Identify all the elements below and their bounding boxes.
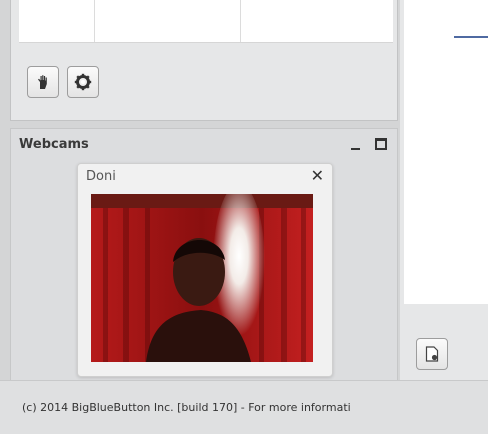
webcam-video-frame [91, 194, 313, 362]
users-table-column [241, 0, 393, 42]
webcams-maximize-button[interactable] [375, 137, 387, 151]
gear-icon [74, 73, 92, 91]
copyright-text: (c) 2014 BigBlueButton Inc. [build 170] … [22, 401, 351, 414]
users-table-column [19, 0, 95, 42]
webcam-video [91, 194, 313, 362]
webcam-close-button[interactable]: ✕ [311, 166, 324, 186]
upload-document-icon [425, 346, 439, 362]
settings-button[interactable] [67, 66, 99, 98]
presentation-panel [400, 0, 488, 380]
webcams-panel: Webcams Doni ✕ [10, 128, 398, 382]
presentation-slide [404, 0, 488, 304]
webcam-user-name: Doni [86, 169, 116, 184]
app-frame: Webcams Doni ✕ (c) 2014 BigBlueButton In… [0, 0, 488, 434]
maximize-icon [375, 138, 387, 150]
minimize-icon [350, 148, 360, 150]
raise-hand-icon [38, 75, 47, 89]
footer: (c) 2014 BigBlueButton Inc. [build 170] … [0, 380, 488, 434]
webcams-title: Webcams [19, 137, 89, 152]
users-panel [10, 0, 398, 121]
raise-hand-button[interactable] [27, 66, 59, 98]
upload-presentation-button[interactable] [416, 338, 448, 370]
users-table-column [95, 0, 241, 42]
webcams-minimize-button[interactable] [349, 137, 361, 151]
users-toolbar [27, 66, 99, 98]
close-icon: ✕ [310, 166, 324, 185]
webcam-window[interactable]: Doni ✕ [77, 163, 333, 377]
users-table [19, 0, 393, 43]
slide-underline [454, 36, 488, 38]
